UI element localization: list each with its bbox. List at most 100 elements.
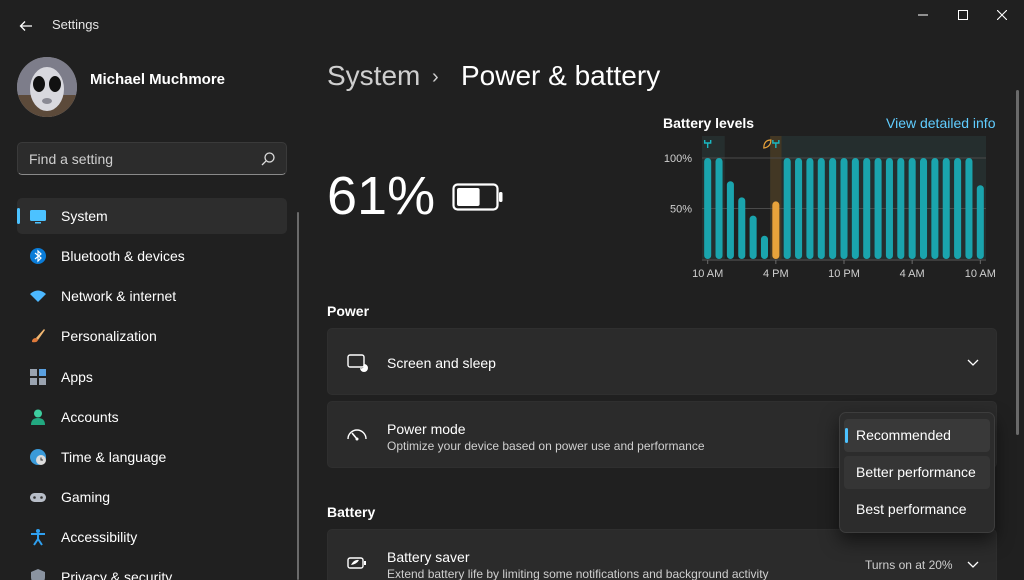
sidebar-item-gaming[interactable]: Gaming (17, 479, 287, 515)
chevron-down-icon[interactable] (966, 355, 980, 369)
sidebar-item-apps[interactable]: Apps (17, 359, 287, 395)
chart-bar (851, 158, 859, 259)
title-bar: Settings (0, 0, 1024, 50)
sidebar-item-time-language[interactable]: Time & language (17, 439, 287, 475)
sidebar-item-label: Accessibility (61, 529, 138, 545)
accessibility-icon (31, 529, 45, 546)
x-tick-label: 4 PM (763, 268, 789, 280)
power-mode-option-recommended[interactable]: Recommended (844, 419, 990, 452)
breadcrumb-separator: › (432, 66, 439, 88)
battery-levels-chart[interactable]: 100% 50% 10 AM 4 PM 10 PM 4 AM 10 AM (655, 132, 1005, 287)
search-icon[interactable] (260, 151, 276, 167)
sidebar-item-network[interactable]: Network & internet (17, 278, 287, 314)
chart-bar (829, 158, 837, 259)
close-button[interactable] (985, 4, 1019, 26)
chart-bar (976, 185, 984, 259)
chart-bar (863, 158, 871, 259)
battery-saver-card[interactable]: Battery saver Extend battery life by lim… (327, 529, 997, 580)
battery-percentage: 61% (327, 166, 436, 226)
chart-bar (806, 158, 814, 259)
sidebar-item-label: Personalization (61, 328, 157, 344)
battery-icon (452, 183, 503, 211)
system-icon (30, 210, 46, 224)
sidebar-item-label: Accounts (61, 409, 119, 425)
maximize-button[interactable] (946, 4, 980, 26)
sidebar-item-label: System (61, 208, 108, 224)
sidebar-item-label: Network & internet (61, 288, 177, 304)
power-mode-subtitle: Optimize your device based on power use … (387, 439, 705, 453)
chart-bar (817, 158, 825, 259)
alien-avatar-image (17, 57, 77, 117)
brush-icon (32, 329, 45, 343)
battery-section-title: Battery (327, 504, 376, 520)
chart-bar (760, 235, 769, 259)
globe-clock-icon (30, 449, 46, 465)
sidebar-item-label: Bluetooth & devices (61, 248, 185, 264)
gamepad-icon (30, 493, 46, 502)
active-indicator (17, 208, 20, 224)
chart-bar (919, 158, 928, 259)
screen-sleep-icon (347, 354, 368, 372)
minimize-button[interactable] (906, 4, 940, 26)
chart-bar (897, 158, 905, 259)
chart-bar (954, 158, 962, 259)
sidebar-item-personalization[interactable]: Personalization (17, 318, 287, 354)
battery-fill (457, 188, 480, 206)
sidebar-item-label: Privacy & security (61, 569, 173, 580)
sidebar-scrollbar[interactable] (297, 212, 299, 580)
power-mode-gauge-icon (347, 429, 367, 441)
chart-bar (738, 197, 746, 259)
x-tick-label: 10 AM (965, 268, 996, 280)
app-title: Settings (52, 17, 99, 32)
apps-icon (30, 369, 46, 385)
sidebar-item-accessibility[interactable]: Accessibility (17, 519, 287, 555)
battery-saver-title: Battery saver (387, 549, 470, 565)
sidebar-item-system[interactable]: System (17, 198, 287, 234)
sidebar-item-privacy[interactable]: Privacy & security (17, 559, 287, 580)
page-title: Power & battery (461, 60, 661, 91)
maximize-icon (958, 10, 968, 20)
breadcrumb-parent[interactable]: System (327, 60, 420, 92)
chart-bar (704, 158, 712, 259)
chart-bar (715, 158, 723, 259)
chart-bar (840, 158, 848, 259)
sidebar-item-accounts[interactable]: Accounts (17, 399, 287, 435)
back-arrow-icon (19, 21, 32, 31)
sidebar-item-bluetooth[interactable]: Bluetooth & devices (17, 238, 287, 274)
accounts-icon (31, 409, 45, 425)
chart-bar (942, 158, 950, 259)
view-detailed-info-link[interactable]: View detailed info (886, 115, 995, 131)
chart-bar (965, 158, 973, 259)
chart-bar (885, 158, 893, 259)
option-label: Best performance (856, 501, 967, 517)
option-label: Better performance (856, 464, 976, 480)
chart-bar (795, 158, 803, 259)
power-mode-dropdown[interactable]: Recommended Better performance Best perf… (839, 412, 995, 533)
search-box[interactable]: Find a setting (17, 142, 287, 175)
chart-bar (874, 158, 882, 259)
screen-and-sleep-card[interactable]: Screen and sleep (327, 328, 997, 395)
power-section-title: Power (327, 303, 370, 319)
avatar[interactable] (17, 57, 77, 117)
sidebar-item-label: Gaming (61, 489, 111, 505)
sidebar-item-label: Apps (61, 369, 93, 385)
selected-indicator (845, 428, 848, 443)
chevron-down-icon[interactable] (966, 557, 980, 571)
minimize-icon (918, 14, 928, 16)
chart-title: Battery levels (663, 115, 755, 131)
back-button[interactable] (12, 12, 40, 40)
x-tick-label: 10 PM (828, 268, 860, 280)
power-mode-option-better-performance[interactable]: Better performance (844, 456, 990, 489)
y-tick-label: 100% (664, 153, 692, 165)
chart-bar (749, 215, 757, 259)
chart-bar (908, 158, 916, 259)
power-mode-title: Power mode (387, 421, 466, 437)
search-input[interactable]: Find a setting (29, 151, 113, 167)
user-name[interactable]: Michael Muchmore (90, 71, 225, 88)
sidebar-item-label: Time & language (61, 449, 167, 465)
power-mode-option-best-performance[interactable]: Best performance (844, 493, 990, 526)
wifi-icon (30, 290, 46, 302)
chart-bar (783, 158, 791, 259)
shield-icon (31, 569, 45, 580)
main-scrollbar[interactable] (1016, 90, 1019, 435)
